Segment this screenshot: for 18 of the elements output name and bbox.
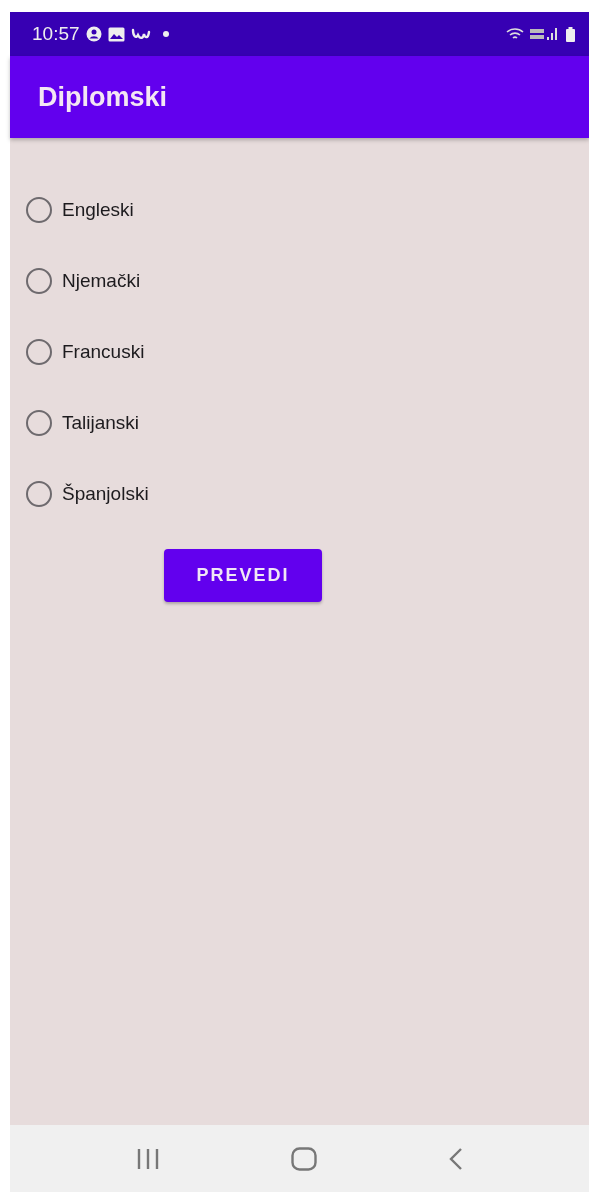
back-icon[interactable] xyxy=(449,1146,464,1171)
image-icon xyxy=(107,26,125,42)
language-radio[interactable]: Talijanski xyxy=(26,403,144,443)
wifi-icon xyxy=(506,27,524,41)
recents-icon[interactable] xyxy=(135,1147,160,1170)
status-time: 10:57 xyxy=(32,23,80,45)
dot-icon xyxy=(162,31,169,37)
translate-button[interactable]: PREVEDI xyxy=(164,549,322,602)
wave-icon xyxy=(130,27,151,41)
language-radio[interactable]: Francuski xyxy=(26,332,149,372)
language-radio[interactable]: Njemački xyxy=(26,261,145,301)
battery-icon xyxy=(566,26,575,42)
home-icon[interactable] xyxy=(291,1146,318,1171)
language-radio[interactable]: Engleski xyxy=(26,190,138,230)
language-radio[interactable]: Španjolski xyxy=(26,474,153,514)
account-icon xyxy=(85,26,102,42)
signal-icon xyxy=(530,27,560,41)
app-title: Diplomski xyxy=(38,81,168,113)
